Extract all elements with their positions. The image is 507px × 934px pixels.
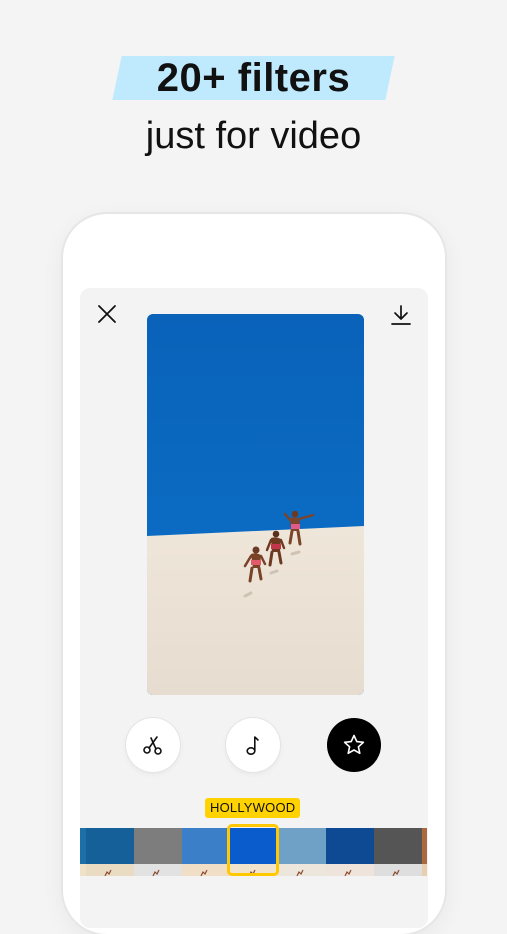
video-preview[interactable] bbox=[147, 314, 364, 695]
filter-thumbnail[interactable] bbox=[326, 828, 374, 876]
filters-button[interactable] bbox=[327, 718, 381, 772]
star-icon bbox=[343, 734, 365, 755]
selected-filter-label: HOLLYWOOD bbox=[205, 798, 301, 818]
thumbnail-sky bbox=[374, 828, 422, 864]
headline-subtitle: just for video bbox=[145, 115, 362, 157]
filter-thumbnail[interactable] bbox=[134, 828, 182, 876]
thumbnail-sky bbox=[422, 828, 427, 864]
thumbnail-sky bbox=[326, 828, 374, 864]
filter-thumbnail[interactable] bbox=[278, 828, 326, 876]
thumbnail-figures bbox=[296, 864, 304, 876]
scissors-icon bbox=[143, 736, 162, 755]
filter-thumbnail[interactable] bbox=[422, 828, 427, 876]
video-frame-image bbox=[147, 314, 364, 695]
close-button[interactable] bbox=[95, 302, 119, 326]
filter-thumbnail[interactable] bbox=[374, 828, 422, 876]
thumbnail-figures bbox=[344, 864, 352, 876]
thumbnail-sky bbox=[134, 828, 182, 864]
filter-thumbnail[interactable] bbox=[86, 828, 134, 876]
thumbnail-figures bbox=[392, 864, 400, 876]
thumbnail-sand bbox=[422, 864, 427, 876]
thumbnail-sky bbox=[182, 828, 230, 864]
music-button[interactable] bbox=[226, 718, 280, 772]
selected-filter-frame bbox=[227, 824, 279, 876]
headline-title: 20+ filters bbox=[156, 56, 351, 100]
thumbnail-figures bbox=[200, 864, 208, 876]
music-note-icon bbox=[246, 736, 259, 756]
filter-thumbnail[interactable] bbox=[182, 828, 230, 876]
download-icon bbox=[391, 305, 411, 325]
close-icon bbox=[98, 305, 116, 323]
thumbnail-figures bbox=[104, 864, 112, 876]
thumbnail-sky bbox=[86, 828, 134, 864]
thumbnail-figures bbox=[152, 864, 160, 876]
download-button[interactable] bbox=[388, 302, 414, 328]
trim-button[interactable] bbox=[126, 718, 180, 772]
thumbnail-sky bbox=[278, 828, 326, 864]
